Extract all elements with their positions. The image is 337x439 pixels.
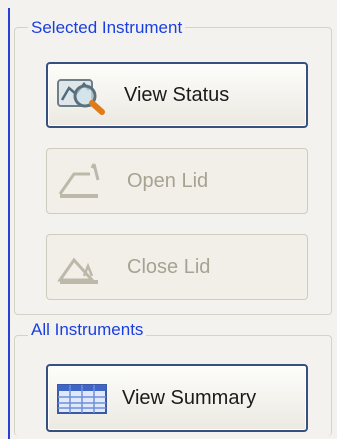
selected-instrument-legend: Selected Instrument [28, 18, 186, 38]
open-lid-icon [53, 159, 109, 203]
open-lid-button[interactable]: Open Lid [46, 148, 308, 214]
view-status-button[interactable]: View Status [46, 62, 308, 128]
close-lid-button[interactable]: Close Lid [46, 234, 308, 300]
instrument-control-panel: Selected Instrument View Status Open Lid [0, 0, 337, 439]
view-summary-button[interactable]: View Summary [46, 364, 308, 432]
close-lid-label: Close Lid [127, 255, 211, 278]
all-instruments-legend: All Instruments [28, 320, 147, 340]
close-lid-icon [53, 245, 109, 289]
magnifier-chart-icon [54, 73, 110, 117]
view-summary-label: View Summary [122, 386, 257, 409]
view-status-label: View Status [124, 83, 230, 106]
open-lid-label: Open Lid [127, 169, 209, 192]
table-grid-icon [54, 376, 110, 420]
left-accent-rule [8, 8, 10, 439]
